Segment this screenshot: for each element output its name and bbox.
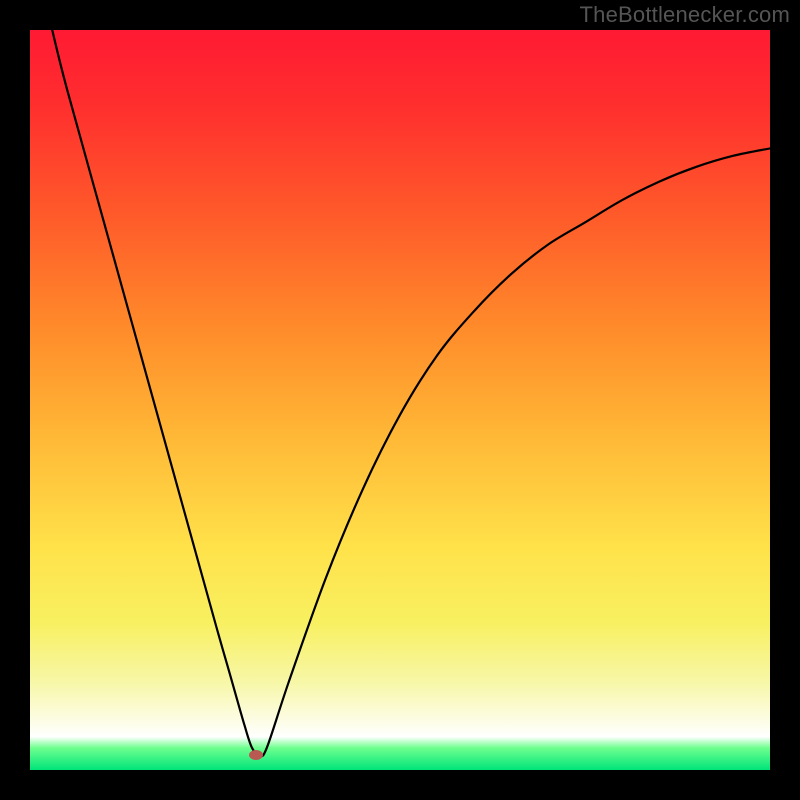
optimal-point-marker: [249, 750, 263, 760]
attribution-label: TheBottlenecker.com: [580, 2, 790, 28]
chart-frame: TheBottlenecker.com: [0, 0, 800, 800]
bottleneck-curve: [30, 30, 770, 770]
plot-area: [30, 30, 770, 770]
